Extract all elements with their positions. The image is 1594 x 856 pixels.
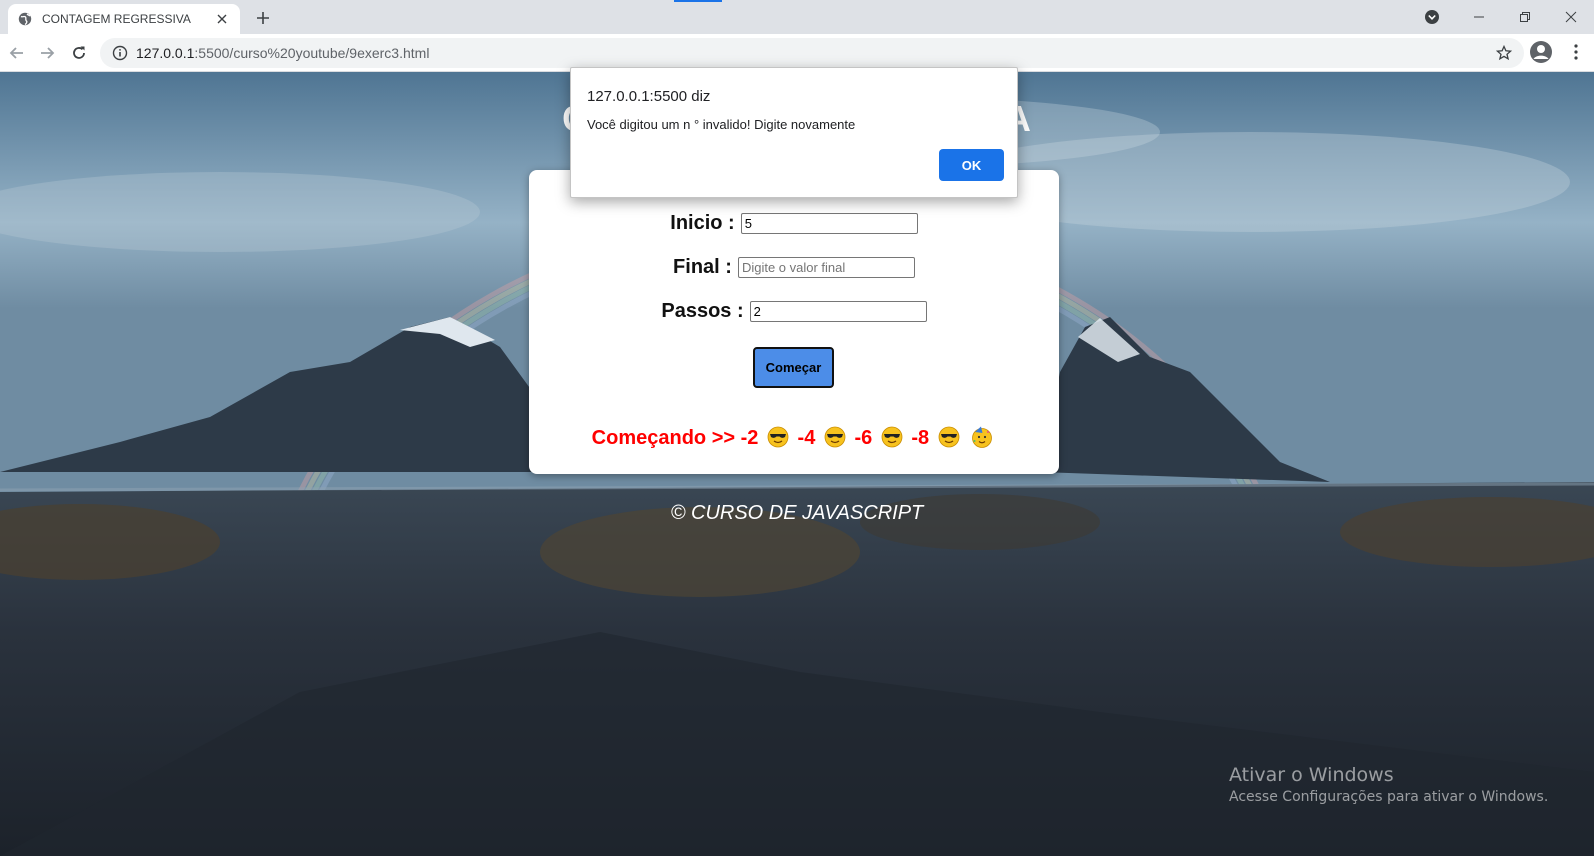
account-avatar-icon[interactable] [1529, 40, 1553, 64]
kebab-menu-icon[interactable] [1566, 42, 1586, 62]
watermark-subtitle: Acesse Configurações para ativar o Windo… [1229, 789, 1549, 805]
restore-icon[interactable] [1502, 2, 1548, 32]
result-step: -8 [911, 427, 930, 449]
sunglasses-emoji-icon [881, 426, 903, 448]
dialog-ok-button[interactable]: OK [939, 149, 1004, 181]
sunglasses-emoji-icon [938, 426, 960, 448]
bookmark-star-icon[interactable] [1496, 45, 1512, 61]
close-window-icon[interactable] [1548, 2, 1594, 32]
new-tab-button[interactable] [252, 7, 274, 29]
tab-search-icon[interactable] [1424, 9, 1440, 25]
back-arrow-icon[interactable] [4, 40, 30, 66]
reload-icon[interactable] [66, 40, 92, 66]
result-step: -6 [854, 427, 873, 449]
inicio-input[interactable] [740, 213, 918, 234]
site-info-icon[interactable] [112, 45, 128, 61]
watermark-title: Ativar o Windows [1229, 764, 1394, 786]
result-step: -4 [797, 427, 816, 449]
address-bar[interactable]: 127.0.0.1:5500/curso%20youtube/9exerc3.h… [100, 38, 1524, 68]
dialog-origin: 127.0.0.1:5500 diz [587, 88, 711, 105]
start-button[interactable]: Começar [753, 347, 834, 388]
inicio-row: Inicio : [529, 212, 1059, 235]
final-label: Final : [673, 256, 732, 278]
passos-input[interactable] [749, 301, 927, 322]
passos-label: Passos : [661, 300, 744, 322]
tab-title: CONTAGEM REGRESSIVA [42, 12, 191, 26]
final-row: Final : [529, 256, 1059, 279]
inicio-label: Inicio : [670, 212, 735, 234]
party-face-emoji-icon [972, 426, 993, 448]
tab-strip: CONTAGEM REGRESSIVA [0, 0, 1594, 34]
window-controls [1456, 0, 1594, 34]
url-path: :5500/curso%20youtube/9exerc3.html [194, 45, 430, 61]
final-input[interactable] [737, 257, 915, 278]
passos-row: Passos : [529, 300, 1059, 323]
url-host: 127.0.0.1 [136, 45, 195, 61]
page-footer: © CURSO DE JAVASCRIPT [670, 502, 924, 524]
url-text: 127.0.0.1:5500/curso%20youtube/9exerc3.h… [136, 45, 429, 61]
countdown-form-card: Inicio : Final : Passos : Começar Começa… [529, 170, 1059, 474]
sunglasses-emoji-icon [767, 426, 789, 448]
browser-tab[interactable]: CONTAGEM REGRESSIVA [8, 4, 240, 34]
countdown-result: Começando >> -2 -4 -6 -8 [529, 426, 1059, 450]
result-step: -2 [740, 427, 759, 449]
sunglasses-emoji-icon [824, 426, 846, 448]
close-tab-icon[interactable] [214, 11, 230, 27]
tab-drop-indicator [674, 0, 722, 2]
globe-icon [18, 12, 32, 26]
forward-arrow-icon[interactable] [34, 40, 60, 66]
result-prefix: Começando >> [591, 427, 736, 449]
windows-activation-watermark: Ativar o Windows Acesse Configurações pa… [1229, 764, 1548, 805]
dialog-message: Você digitou um n ° invalido! Digite nov… [587, 117, 856, 132]
minimize-icon[interactable] [1456, 2, 1502, 32]
alert-dialog: 127.0.0.1:5500 diz Você digitou um n ° i… [570, 67, 1018, 198]
